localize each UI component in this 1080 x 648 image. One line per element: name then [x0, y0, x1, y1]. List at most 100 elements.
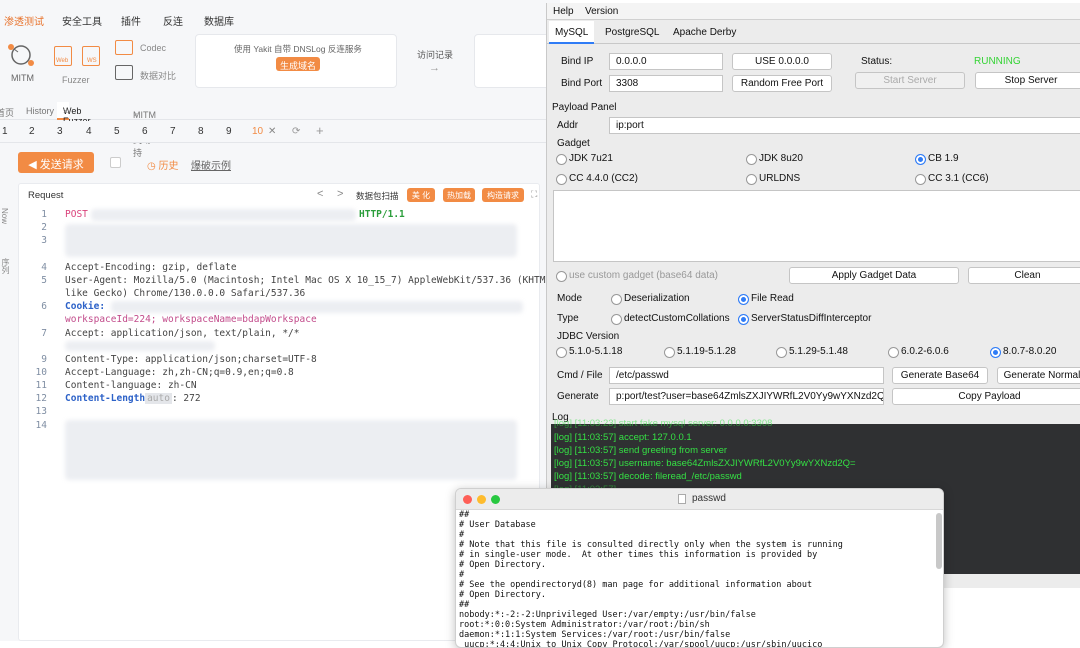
- redacted-body: [65, 420, 517, 480]
- subtab-6[interactable]: 6: [142, 126, 148, 137]
- menu-help[interactable]: Help: [553, 6, 574, 17]
- packet-scan-button[interactable]: 数据包扫描: [356, 190, 399, 202]
- subtab-1[interactable]: 1: [2, 126, 8, 137]
- send-request-button[interactable]: ◀ 发送请求: [18, 152, 94, 173]
- refresh-icon[interactable]: ⟳: [292, 126, 300, 137]
- cmd-file-input[interactable]: /etc/passwd: [609, 367, 884, 384]
- subtab-10[interactable]: 10: [252, 126, 263, 137]
- mode-deserialization[interactable]: Deserialization: [611, 293, 690, 305]
- expand-icon[interactable]: ⛶: [531, 189, 537, 200]
- bind-ip-input[interactable]: 0.0.0.0: [609, 53, 723, 70]
- subtab-9[interactable]: 9: [226, 126, 232, 137]
- compare-icon[interactable]: [115, 65, 133, 80]
- tab-home[interactable]: 首页: [0, 106, 14, 119]
- text-line: nobody:*:-2:-2:Unprivileged User:/var/em…: [459, 610, 756, 620]
- option-checkbox[interactable]: [110, 157, 121, 168]
- custom-gadget-checkbox[interactable]: use custom gadget (base64 data): [556, 270, 718, 282]
- close-window-icon[interactable]: [463, 495, 472, 504]
- examples-link[interactable]: 爆破示例: [191, 157, 231, 172]
- stop-server-button[interactable]: Stop Server: [975, 72, 1080, 89]
- side-label-sequence[interactable]: 序列: [0, 258, 11, 274]
- type-server-status-diff[interactable]: ServerStatusDiffInterceptor: [738, 313, 871, 325]
- close-icon[interactable]: ✕: [268, 126, 276, 137]
- next-icon[interactable]: >: [337, 188, 343, 200]
- visit-log[interactable]: 访问记录 →: [405, 34, 465, 88]
- use-ip-button[interactable]: USE 0.0.0.0: [732, 53, 832, 70]
- gadget-cc6[interactable]: CC 3.1 (CC6): [915, 173, 989, 185]
- tab-history[interactable]: History: [26, 106, 54, 116]
- compare-label[interactable]: 数据对比: [140, 69, 176, 82]
- arrow-right-icon: →: [429, 62, 440, 74]
- menu-reverse[interactable]: 反连: [163, 13, 183, 28]
- gadget-cb19[interactable]: CB 1.9: [915, 153, 959, 165]
- tab-derby[interactable]: Apache Derby: [673, 27, 736, 38]
- close-icon[interactable]: ×: [63, 106, 68, 116]
- history-button[interactable]: ◷ 历史: [147, 157, 179, 172]
- mitm-tool[interactable]: MITM: [6, 41, 38, 89]
- generate-label: Generate: [557, 391, 599, 402]
- send-icon: ◀: [28, 159, 40, 171]
- build-request-button[interactable]: 构造请求: [482, 188, 524, 202]
- line-number: 9: [41, 354, 47, 365]
- text-line: # See the opendirectoryd(8) man page for…: [459, 580, 813, 590]
- gadget-jdk8u20[interactable]: JDK 8u20: [746, 153, 803, 165]
- menu-database[interactable]: 数据库: [204, 13, 234, 28]
- tab-web-fuzzer[interactable]: Web Fuzzer ×: [57, 102, 91, 126]
- subtab-2[interactable]: 2: [29, 126, 35, 137]
- text-line: # Note that this file is consulted direc…: [459, 540, 843, 550]
- version-5-1-0[interactable]: 5.1.0-5.1.18: [556, 346, 622, 358]
- subtab-4[interactable]: 4: [86, 126, 92, 137]
- redacted-header: [65, 224, 517, 257]
- text-line: ##: [459, 600, 470, 610]
- menu-security-tools[interactable]: 安全工具: [62, 13, 102, 28]
- web-fuzzer-icon[interactable]: Web: [54, 46, 72, 66]
- text-line: # in single-user mode. At other times th…: [459, 550, 818, 560]
- minimize-window-icon[interactable]: [477, 495, 486, 504]
- beautify-button[interactable]: 美 化: [407, 188, 435, 202]
- generate-domain-button[interactable]: 生成域名: [276, 57, 320, 71]
- side-label-now[interactable]: Now: [0, 208, 9, 224]
- codec-label[interactable]: Codec: [140, 43, 166, 53]
- menu-pentest[interactable]: 渗透测试: [4, 13, 44, 28]
- generate-normal-button[interactable]: Generate Normal: [997, 367, 1080, 384]
- copy-payload-button[interactable]: Copy Payload: [892, 388, 1080, 405]
- gadget-urldns[interactable]: URLDNS: [746, 173, 800, 185]
- version-5-1-29[interactable]: 5.1.29-5.1.48: [776, 346, 848, 358]
- mode-file-read[interactable]: File Read: [738, 293, 794, 305]
- gadget-jdk7u21[interactable]: JDK 7u21: [556, 153, 613, 165]
- hot-load-button[interactable]: 热加载: [443, 188, 475, 202]
- version-8-0-7[interactable]: 8.0.7-8.0.20: [990, 346, 1056, 358]
- ws-fuzzer-icon[interactable]: WS: [82, 46, 100, 66]
- random-port-button[interactable]: Random Free Port: [732, 75, 832, 92]
- version-6-0-2[interactable]: 6.0.2-6.0.6: [888, 346, 949, 358]
- fuzzer-subtabs: 1 2 3 4 5 6 7 8 9 10 ✕ ⟳ +: [0, 121, 560, 143]
- subtab-5[interactable]: 5: [114, 126, 120, 137]
- close-icon[interactable]: ×: [133, 110, 138, 120]
- clean-button[interactable]: Clean: [968, 267, 1080, 284]
- zoom-window-icon[interactable]: [491, 495, 500, 504]
- subtab-7[interactable]: 7: [170, 126, 176, 137]
- start-server-button[interactable]: Start Server: [855, 72, 965, 89]
- menu-version[interactable]: Version: [585, 6, 618, 17]
- window-titlebar: passwd: [456, 489, 943, 510]
- type-detect-custom-collations[interactable]: detectCustomCollations: [611, 313, 730, 325]
- passwd-content[interactable]: ## # User Database # # Note that this fi…: [456, 510, 934, 647]
- codec-icon[interactable]: [115, 40, 133, 55]
- subtab-8[interactable]: 8: [198, 126, 204, 137]
- version-5-1-19[interactable]: 5.1.19-5.1.28: [664, 346, 736, 358]
- menu-plugins[interactable]: 插件: [121, 13, 141, 28]
- generate-base64-button[interactable]: Generate Base64: [892, 367, 988, 384]
- subtab-3[interactable]: 3: [57, 126, 63, 137]
- bind-port-input[interactable]: 3308: [609, 75, 723, 92]
- prev-icon[interactable]: <: [317, 188, 323, 200]
- add-tab-icon[interactable]: +: [316, 123, 324, 138]
- scrollbar[interactable]: [936, 513, 942, 569]
- tab-mysql[interactable]: MySQL: [549, 21, 595, 44]
- custom-gadget-textarea[interactable]: [553, 190, 1080, 262]
- tab-postgresql[interactable]: PostgreSQL: [605, 27, 659, 38]
- generate-output[interactable]: p:port/test?user=base64ZmlsZXJIYWRfL2V0Y…: [609, 388, 884, 405]
- apply-gadget-button[interactable]: Apply Gadget Data: [789, 267, 959, 284]
- redacted-line: [65, 341, 215, 351]
- gadget-cc2[interactable]: CC 4.4.0 (CC2): [556, 173, 638, 185]
- addr-input[interactable]: ip:port: [609, 117, 1080, 134]
